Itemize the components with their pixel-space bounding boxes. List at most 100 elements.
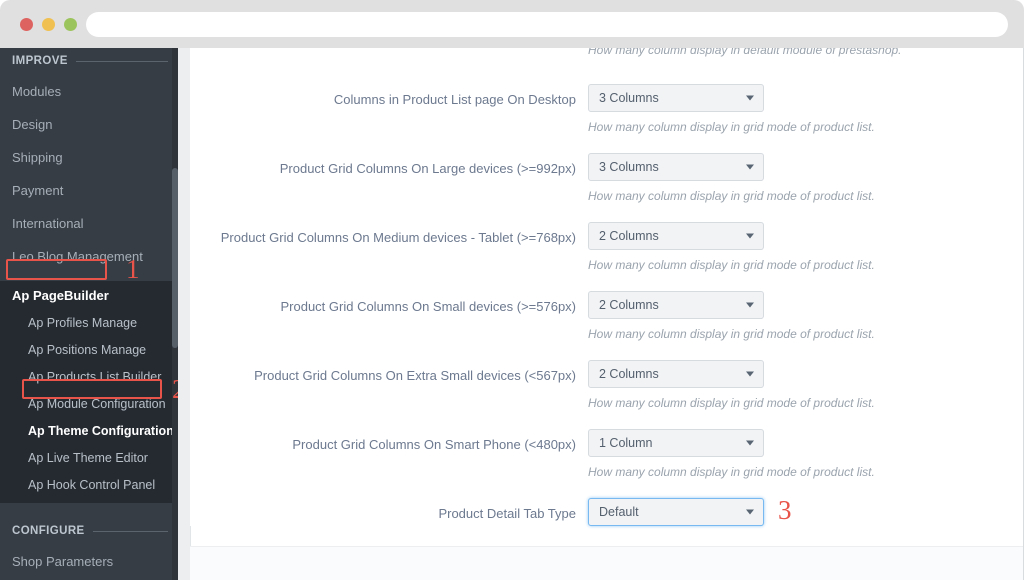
sidebar-section-configure: CONFIGURE xyxy=(0,518,178,544)
row-label: Product Grid Columns On Extra Small devi… xyxy=(254,368,576,383)
sidebar-item-international[interactable]: International xyxy=(0,206,178,239)
sidebar-item-label: Ap Hook Control Panel xyxy=(28,478,156,492)
select-value: Default xyxy=(599,505,639,519)
app-root: IMPROVE Modules Design Shipping Payment … xyxy=(0,0,1024,580)
select-value: 2 Columns xyxy=(599,367,659,381)
select-columns-product-list-desktop[interactable]: 3 Columns xyxy=(588,84,764,112)
select-value: 2 Columns xyxy=(599,298,659,312)
sidebar-content-gutter xyxy=(178,48,190,580)
select-grid-columns-small[interactable]: 2 Columns xyxy=(588,291,764,319)
form-row-grid-columns-medium: Product Grid Columns On Medium devices -… xyxy=(190,222,1010,273)
row-field: 3 Columns How many column display in gri… xyxy=(588,84,948,135)
sidebar-item-ap-pagebuilder[interactable]: Ap PageBuilder xyxy=(0,281,178,310)
help-text: How many column display in grid mode of … xyxy=(588,120,875,134)
window-controls xyxy=(20,18,77,31)
form-row-grid-columns-small: Product Grid Columns On Small devices (>… xyxy=(190,291,1010,342)
sidebar-item-design[interactable]: Design xyxy=(0,107,178,140)
sidebar-item-ap-positions-manage[interactable]: Ap Positions Manage xyxy=(0,337,178,364)
form-row-product-detail-tab-type: Product Detail Tab Type Default 3 xyxy=(190,495,1010,526)
form-row-grid-columns-extra-small: Product Grid Columns On Extra Small devi… xyxy=(190,360,1010,411)
sidebar-section-improve-label: IMPROVE xyxy=(12,55,68,67)
sidebar-item-ap-module-configuration[interactable]: Ap Module Configuration xyxy=(0,391,178,418)
sidebar-item-ap-theme-configuration[interactable]: Ap Theme Configuration xyxy=(0,418,178,445)
sidebar-item-label: Ap Profiles Manage xyxy=(28,316,138,330)
sidebar-item-shop-parameters[interactable]: Shop Parameters xyxy=(0,544,178,577)
sidebar-item-ap-products-list-builder[interactable]: Ap Products List Builder xyxy=(0,364,178,391)
row-label: Product Detail Tab Type xyxy=(438,506,576,521)
sidebar-item-label: International xyxy=(12,216,84,231)
help-text: How many column display in grid mode of … xyxy=(588,258,875,272)
row-label: Product Grid Columns On Small devices (>… xyxy=(280,299,576,314)
sidebar-item-modules[interactable]: Modules xyxy=(0,74,178,107)
sidebar-item-label: Shop Parameters xyxy=(12,554,114,569)
form-row-grid-columns-large: Product Grid Columns On Large devices (>… xyxy=(190,153,1010,204)
sidebar-item-payment[interactable]: Payment xyxy=(0,173,178,206)
sidebar-section-configure-label: CONFIGURE xyxy=(12,525,85,537)
minimize-window-button[interactable] xyxy=(42,18,55,31)
select-value: 1 Column xyxy=(599,436,653,450)
select-grid-columns-medium[interactable]: 2 Columns xyxy=(588,222,764,250)
chevron-down-icon xyxy=(746,371,754,377)
sidebar-item-label: Leo Blog Management xyxy=(12,249,143,264)
sidebar-item-ap-hook-control-panel[interactable]: Ap Hook Control Panel xyxy=(0,472,178,499)
select-product-detail-tab-type[interactable]: Default xyxy=(588,498,764,526)
section-divider-line xyxy=(75,60,168,62)
chevron-down-icon xyxy=(746,95,754,101)
select-value: 2 Columns xyxy=(599,229,659,243)
form-footer-panel xyxy=(190,546,1024,580)
chevron-down-icon xyxy=(746,509,754,515)
sidebar-item-label: Ap Products List Builder xyxy=(28,370,162,384)
select-grid-columns-large[interactable]: 3 Columns xyxy=(588,153,764,181)
sidebar-group-ap-pagebuilder: Ap PageBuilder Ap Profiles Manage Ap Pos… xyxy=(0,281,178,503)
sidebar-item-label: Ap Module Configuration xyxy=(28,397,166,411)
sidebar-item-label: Ap Live Theme Editor xyxy=(28,451,148,465)
sidebar-item-ap-profiles-manage[interactable]: Ap Profiles Manage xyxy=(0,310,178,337)
sidebar-item-label: Design xyxy=(12,117,53,132)
row-field: 2 Columns How many column display in gri… xyxy=(588,360,948,411)
sidebar-item-shipping[interactable]: Shipping xyxy=(0,140,178,173)
chevron-down-icon xyxy=(746,164,754,170)
main-sidebar: IMPROVE Modules Design Shipping Payment … xyxy=(0,48,178,580)
select-value: 3 Columns xyxy=(599,91,659,105)
help-text: How many column display in grid mode of … xyxy=(588,396,875,410)
annotation-marker-3: 3 xyxy=(778,495,792,525)
row-field: 2 Columns How many column display in gri… xyxy=(588,291,948,342)
sidebar-item-ap-live-theme-editor[interactable]: Ap Live Theme Editor xyxy=(0,445,178,472)
help-text: How many column display in default modul… xyxy=(588,48,902,57)
sidebar-item-label: Payment xyxy=(12,183,64,198)
sidebar-item-label: Ap PageBuilder xyxy=(12,288,109,303)
row-field: 1 Column How many column display in grid… xyxy=(588,429,948,480)
select-grid-columns-smart-phone[interactable]: 1 Column xyxy=(588,429,764,457)
form-row-grid-columns-smart-phone: Product Grid Columns On Smart Phone (<48… xyxy=(190,429,1010,480)
row-field: 2 Columns How many column display in gri… xyxy=(588,222,948,273)
content-area: How many column display in default modul… xyxy=(190,48,1024,580)
sidebar-section-improve: IMPROVE xyxy=(0,48,178,74)
chevron-down-icon xyxy=(746,302,754,308)
close-window-button[interactable] xyxy=(20,18,33,31)
row-label: Product Grid Columns On Large devices (>… xyxy=(279,161,576,176)
section-divider-line xyxy=(92,530,168,532)
row-field-partial: How many column display in default modul… xyxy=(588,48,948,64)
sidebar-item-label: Ap Positions Manage xyxy=(28,343,147,357)
sidebar-item-label: Shipping xyxy=(12,150,63,165)
sidebar-item-label: Modules xyxy=(12,84,62,99)
browser-chrome xyxy=(0,0,1024,48)
help-text: How many column display in grid mode of … xyxy=(588,327,875,341)
chevron-down-icon xyxy=(746,440,754,446)
address-bar-input[interactable] xyxy=(86,12,1008,37)
help-text: How many column display in grid mode of … xyxy=(588,465,875,479)
maximize-window-button[interactable] xyxy=(64,18,77,31)
row-label: Product Grid Columns On Smart Phone (<48… xyxy=(292,437,576,452)
select-grid-columns-extra-small[interactable]: 2 Columns xyxy=(588,360,764,388)
row-label: Columns in Product List page On Desktop xyxy=(333,92,576,107)
form-row-columns-product-list-desktop: Columns in Product List page On Desktop … xyxy=(190,84,1010,135)
theme-configuration-form: How many column display in default modul… xyxy=(190,48,1010,526)
row-label: Product Grid Columns On Medium devices -… xyxy=(220,230,576,245)
select-value: 3 Columns xyxy=(599,160,659,174)
sidebar-item-leo-blog-management[interactable]: Leo Blog Management xyxy=(0,239,178,272)
row-field: Default 3 xyxy=(588,495,948,526)
form-row-partial-top: How many column display in default modul… xyxy=(190,48,1010,64)
page-viewport: IMPROVE Modules Design Shipping Payment … xyxy=(0,48,1024,580)
chevron-down-icon xyxy=(746,233,754,239)
help-text: How many column display in grid mode of … xyxy=(588,189,875,203)
